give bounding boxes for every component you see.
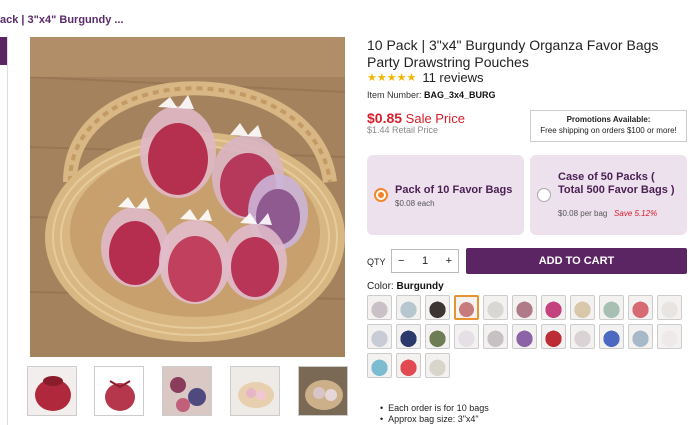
color-swatch[interactable] <box>396 353 421 378</box>
rail-tab[interactable] <box>0 37 7 65</box>
color-swatch[interactable] <box>512 324 537 349</box>
reviews-link[interactable]: 11 reviews <box>422 70 483 85</box>
color-swatch[interactable] <box>425 353 450 378</box>
color-swatch[interactable] <box>657 324 682 349</box>
rating-row[interactable]: ★★★★★ 11 reviews <box>367 70 484 85</box>
option-subtitle: $0.08 per bag Save 5.12% <box>558 209 657 218</box>
option-pack-of-10[interactable]: Pack of 10 Favor Bags $0.08 each <box>367 155 524 235</box>
option-subtitle: $0.08 each <box>395 199 435 208</box>
radio-unselected-icon[interactable] <box>537 188 551 202</box>
promotions-heading: Promotions Available: <box>566 115 651 124</box>
thumbnail-4[interactable] <box>230 366 280 416</box>
retail-price: $1.44 Retail Price <box>367 125 439 135</box>
minus-icon[interactable]: − <box>398 255 404 267</box>
option-price: $0.08 per bag <box>558 209 608 218</box>
color-label: Color: Burgundy <box>367 281 444 292</box>
price-label: Sale Price <box>405 111 465 126</box>
color-swatch[interactable] <box>396 295 421 320</box>
color-swatch[interactable] <box>541 295 566 320</box>
sale-price: $0.85 Sale Price <box>367 110 465 126</box>
main-product-image[interactable] <box>30 37 345 357</box>
color-swatch[interactable] <box>425 324 450 349</box>
color-value: Burgundy <box>396 281 444 292</box>
color-swatch[interactable] <box>512 295 537 320</box>
color-swatch[interactable] <box>599 295 624 320</box>
color-swatch[interactable] <box>628 295 653 320</box>
color-swatch[interactable] <box>483 295 508 320</box>
option-title: Pack of 10 Favor Bags <box>395 184 513 196</box>
color-swatch[interactable] <box>367 295 392 320</box>
color-swatch[interactable] <box>628 324 653 349</box>
color-swatches <box>367 295 687 385</box>
breadcrumb[interactable]: ack | 3"x4" Burgundy ... <box>0 14 124 26</box>
price-value: $0.85 <box>367 110 403 126</box>
item-number-value: BAG_3x4_BURG <box>424 90 496 100</box>
radio-selected-icon[interactable] <box>374 188 388 202</box>
thumbnail-rail <box>0 37 8 425</box>
thumbnail-2[interactable] <box>94 366 144 416</box>
color-swatch[interactable] <box>570 324 595 349</box>
color-swatch[interactable] <box>425 295 450 320</box>
details-item: Each order is for 10 bags <box>380 403 489 414</box>
color-swatch[interactable] <box>657 295 682 320</box>
promotions-text: Free shipping on orders $100 or more! <box>540 126 677 135</box>
product-title: 10 Pack | 3"x4" Burgundy Organza Favor B… <box>367 37 659 70</box>
qty-label: QTY <box>367 257 386 267</box>
quantity-stepper[interactable]: − 1 + <box>391 249 459 273</box>
color-swatch[interactable] <box>367 324 392 349</box>
color-swatch[interactable] <box>367 353 392 378</box>
quantity-value[interactable]: 1 <box>422 255 428 267</box>
details-item: Approx bag size: 3"x4" <box>380 414 489 425</box>
option-title: Case of 50 Packs ( Total 500 Favor Bags … <box>558 171 675 196</box>
color-swatch[interactable] <box>396 324 421 349</box>
color-label-text: Color: <box>367 281 394 292</box>
item-number: Item Number: BAG_3x4_BURG <box>367 90 496 100</box>
color-swatch[interactable] <box>570 295 595 320</box>
basket-illustration <box>30 37 345 357</box>
color-swatch[interactable] <box>541 324 566 349</box>
details-list: Each order is for 10 bags Approx bag siz… <box>380 403 489 425</box>
plus-icon[interactable]: + <box>446 255 452 267</box>
item-number-label: Item Number: <box>367 90 422 100</box>
color-swatch[interactable] <box>599 324 624 349</box>
option-case-of-50[interactable]: Case of 50 Packs ( Total 500 Favor Bags … <box>530 155 687 235</box>
star-rating-icon: ★★★★★ <box>367 72 417 84</box>
thumbnail-3[interactable] <box>162 366 212 416</box>
promotions-box: Promotions Available: Free shipping on o… <box>530 110 687 142</box>
add-to-cart-button[interactable]: ADD TO CART <box>466 248 687 274</box>
color-swatch[interactable] <box>483 324 508 349</box>
color-swatch[interactable] <box>454 324 479 349</box>
option-savings: Save 5.12% <box>614 209 658 218</box>
color-swatch[interactable] <box>454 295 479 320</box>
thumbnail-1[interactable] <box>27 366 77 416</box>
thumbnail-5[interactable] <box>298 366 348 416</box>
